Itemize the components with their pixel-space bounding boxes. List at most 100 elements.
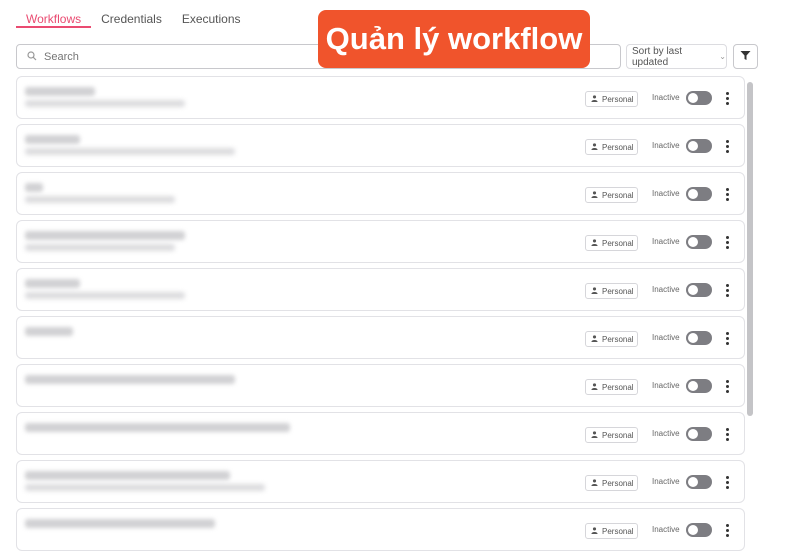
owner-badge-label: Personal <box>602 94 634 104</box>
owner-badge: Personal <box>585 475 638 491</box>
status-label: Inactive <box>652 285 680 294</box>
owner-badge: Personal <box>585 187 638 203</box>
active-toggle[interactable] <box>686 427 712 441</box>
toggle-knob <box>688 93 698 103</box>
toggle-knob <box>688 525 698 535</box>
chevron-down-icon: ⌄ <box>719 52 726 61</box>
workflow-name-redacted[interactable] <box>25 327 73 336</box>
active-toggle[interactable] <box>686 523 712 537</box>
sort-select[interactable]: Sort by last updated ⌄ <box>626 44 727 69</box>
active-toggle[interactable] <box>686 283 712 297</box>
toggle-knob <box>688 333 698 343</box>
callout-banner: Quản lý workflow <box>318 10 590 68</box>
status-label: Inactive <box>652 189 680 198</box>
workflow-meta-redacted <box>25 148 235 155</box>
workflow-row[interactable]: Personal Inactive <box>16 220 745 263</box>
more-options-icon[interactable] <box>722 378 732 394</box>
scrollbar-thumb[interactable] <box>747 82 753 416</box>
workflow-name-redacted[interactable] <box>25 183 43 192</box>
workflow-row[interactable]: Personal Inactive <box>16 76 745 119</box>
status-label: Inactive <box>652 237 680 246</box>
status-label: Inactive <box>652 477 680 486</box>
workflow-row[interactable]: Personal Inactive <box>16 124 745 167</box>
owner-badge: Personal <box>585 427 638 443</box>
toggle-knob <box>688 189 698 199</box>
tab-executions[interactable]: Executions <box>172 0 251 28</box>
workflow-row[interactable]: Personal Inactive <box>16 172 745 215</box>
workflow-name-redacted[interactable] <box>25 231 185 240</box>
tab-credentials[interactable]: Credentials <box>91 0 172 28</box>
toggle-knob <box>688 381 698 391</box>
workflow-name-redacted[interactable] <box>25 279 80 288</box>
active-toggle[interactable] <box>686 91 712 105</box>
more-options-icon[interactable] <box>722 186 732 202</box>
workflow-meta-redacted <box>25 292 185 299</box>
more-options-icon[interactable] <box>722 522 732 538</box>
filter-icon <box>740 48 751 66</box>
workflow-name-redacted[interactable] <box>25 471 230 480</box>
filter-button[interactable] <box>733 44 758 69</box>
owner-badge: Personal <box>585 331 638 347</box>
workflow-meta-redacted <box>25 100 185 107</box>
more-options-icon[interactable] <box>722 282 732 298</box>
more-options-icon[interactable] <box>722 90 732 106</box>
user-icon <box>591 526 602 536</box>
user-icon <box>591 478 602 488</box>
owner-badge-label: Personal <box>602 382 634 392</box>
owner-badge-label: Personal <box>602 286 634 296</box>
user-icon <box>591 382 602 392</box>
more-options-icon[interactable] <box>722 138 732 154</box>
status-label: Inactive <box>652 141 680 150</box>
user-icon <box>591 190 602 200</box>
more-options-icon[interactable] <box>722 330 732 346</box>
owner-badge-label: Personal <box>602 526 634 536</box>
workflow-name-redacted[interactable] <box>25 519 215 528</box>
owner-badge: Personal <box>585 283 638 299</box>
workflow-row[interactable]: Personal Inactive <box>16 316 745 359</box>
workflow-row[interactable]: Personal Inactive <box>16 460 745 503</box>
owner-badge-label: Personal <box>602 334 634 344</box>
workflow-name-redacted[interactable] <box>25 135 80 144</box>
owner-badge-label: Personal <box>602 190 634 200</box>
workflow-name-redacted[interactable] <box>25 423 290 432</box>
active-toggle[interactable] <box>686 235 712 249</box>
workflow-meta-redacted <box>25 244 175 251</box>
more-options-icon[interactable] <box>722 426 732 442</box>
user-icon <box>591 286 602 296</box>
active-toggle[interactable] <box>686 379 712 393</box>
toggle-knob <box>688 285 698 295</box>
user-icon <box>591 238 602 248</box>
status-label: Inactive <box>652 429 680 438</box>
more-options-icon[interactable] <box>722 234 732 250</box>
workflow-row[interactable]: Personal Inactive <box>16 268 745 311</box>
user-icon <box>591 334 602 344</box>
owner-badge: Personal <box>585 523 638 539</box>
owner-badge: Personal <box>585 235 638 251</box>
workflow-row[interactable]: Personal Inactive <box>16 364 745 407</box>
owner-badge-label: Personal <box>602 430 634 440</box>
owner-badge-label: Personal <box>602 142 634 152</box>
active-toggle[interactable] <box>686 187 712 201</box>
toggle-knob <box>688 477 698 487</box>
tab-workflows[interactable]: Workflows <box>16 0 92 28</box>
workflow-row[interactable]: Personal Inactive <box>16 412 745 455</box>
status-label: Inactive <box>652 381 680 390</box>
owner-badge: Personal <box>585 379 638 395</box>
status-label: Inactive <box>652 333 680 342</box>
active-toggle[interactable] <box>686 139 712 153</box>
active-toggle[interactable] <box>686 475 712 489</box>
user-icon <box>591 94 602 104</box>
workflow-name-redacted[interactable] <box>25 375 235 384</box>
search-icon <box>27 48 37 66</box>
workflow-row[interactable]: Personal Inactive <box>16 508 745 551</box>
workflow-name-redacted[interactable] <box>25 87 95 96</box>
sort-select-value: Sort by last updated <box>632 45 683 68</box>
more-options-icon[interactable] <box>722 474 732 490</box>
owner-badge-label: Personal <box>602 238 634 248</box>
active-toggle[interactable] <box>686 331 712 345</box>
workflow-meta-redacted <box>25 484 265 491</box>
owner-badge: Personal <box>585 139 638 155</box>
user-icon <box>591 142 602 152</box>
owner-badge-label: Personal <box>602 478 634 488</box>
toggle-knob <box>688 429 698 439</box>
